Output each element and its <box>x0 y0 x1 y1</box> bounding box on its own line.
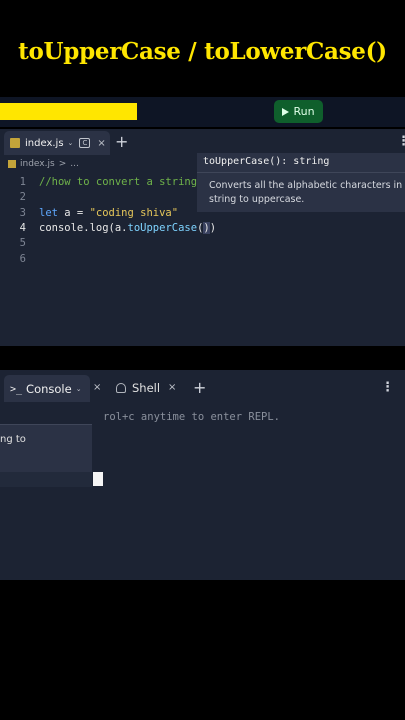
video-title: toUpperCase / toLowerCase() <box>18 38 387 65</box>
line-number: 1 <box>19 176 26 188</box>
file-type-icon: C <box>79 138 91 148</box>
tooltip-divider <box>197 172 405 173</box>
code-token: //how to convert a string <box>39 176 198 188</box>
javascript-file-icon <box>8 160 16 168</box>
console-tab-label: Console <box>26 382 72 396</box>
close-console-icon[interactable]: × <box>93 382 101 393</box>
line-number: 4 <box>19 221 26 234</box>
line-number: 6 <box>19 252 26 265</box>
line-number: 5 <box>19 237 26 250</box>
tooltip-description: Converts all the alphabetic characters i… <box>209 180 405 205</box>
code-text[interactable]: //how to convert a string <box>39 176 197 188</box>
add-tab-icon[interactable]: + <box>193 378 206 397</box>
play-icon <box>282 107 290 116</box>
breadcrumb-file[interactable]: index.js <box>20 159 55 169</box>
line-number: 3 <box>19 206 26 219</box>
code-token: toUpperCase <box>127 221 198 234</box>
tab-console[interactable]: >_ Console ⌄ <box>4 375 90 403</box>
javascript-file-icon <box>10 138 20 148</box>
breadcrumb-separator: > <box>58 159 67 169</box>
popup-text: ng to <box>0 434 26 445</box>
console-popup: ng to <box>0 402 92 487</box>
hover-tooltip: toUpperCase(): string Converts all the a… <box>197 153 405 212</box>
code-token: ) <box>209 221 217 234</box>
editor-tab-bar: index.js ⌄ C × + ⋮ <box>0 129 405 156</box>
close-tab-icon[interactable]: × <box>97 138 105 149</box>
tab-shell[interactable]: Shell <box>116 381 160 395</box>
tooltip-signature: toUpperCase(): string <box>203 156 330 167</box>
code-line[interactable]: 6 <box>0 253 405 268</box>
redaction-bar <box>0 103 137 120</box>
code-line[interactable]: 5 <box>0 237 405 252</box>
chevron-down-icon[interactable]: ⌄ <box>76 385 82 393</box>
line-number: 2 <box>19 191 26 204</box>
code-token: let <box>39 206 58 219</box>
run-button-label: Run <box>293 105 315 118</box>
code-token: "coding shiva" <box>89 206 179 219</box>
tab-filename: index.js <box>25 137 64 149</box>
breadcrumb-more[interactable]: ... <box>70 159 79 169</box>
add-tab-icon[interactable]: + <box>115 132 128 151</box>
console-hint-text: rol+c anytime to enter REPL. <box>103 411 281 423</box>
chevron-down-icon[interactable]: ⌄ <box>68 139 74 147</box>
editor-menu-icon[interactable]: ⋮ <box>397 134 405 149</box>
code-text[interactable]: let a = "coding shiva" <box>39 207 178 219</box>
shell-tab-label: Shell <box>132 381 161 395</box>
run-button[interactable]: Run <box>274 100 323 123</box>
tab-index-js[interactable]: index.js ⌄ C × <box>4 131 110 155</box>
code-token: console.log(a. <box>39 221 128 234</box>
code-text[interactable]: console.log(a.toUpperCase()) <box>39 221 217 234</box>
code-line[interactable]: 4 console.log(a.toUpperCase()) <box>0 221 405 237</box>
close-shell-icon[interactable]: × <box>168 382 176 393</box>
terminal-prompt-icon: >_ <box>10 383 23 395</box>
console-menu-icon[interactable]: ⋮ <box>381 380 394 395</box>
breadcrumb: index.js > ... <box>8 159 79 169</box>
text-cursor <box>93 472 103 486</box>
code-token: a = <box>57 206 90 219</box>
shell-icon <box>116 383 126 393</box>
